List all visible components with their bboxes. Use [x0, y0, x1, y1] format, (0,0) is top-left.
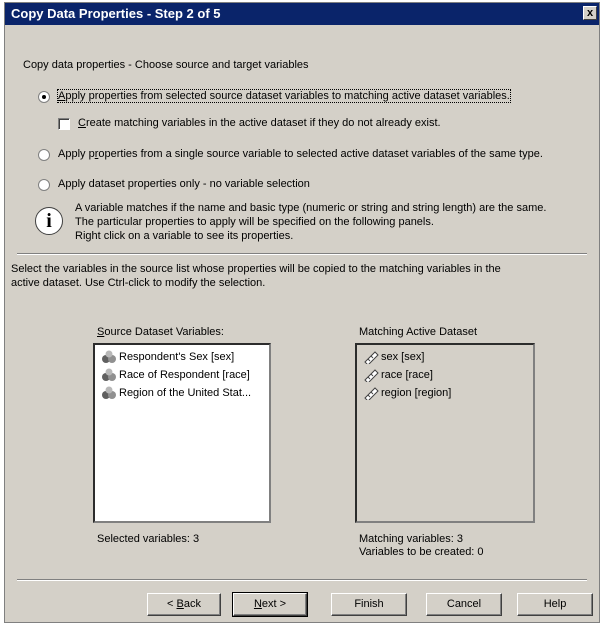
target-list-label: Matching Active Dataset [359, 326, 478, 338]
radio-apply-matching-label[interactable]: Apply properties from selected source da… [57, 89, 511, 103]
scale-variable-icon [364, 369, 379, 383]
step-heading: Copy data properties - Choose source and… [23, 59, 309, 71]
close-button[interactable]: x [583, 6, 597, 20]
nominal-variable-icon [102, 386, 116, 400]
radio-dataset-only[interactable] [38, 179, 50, 191]
instructions-line-1: Select the variables in the source list … [11, 263, 501, 275]
radio-apply-matching[interactable] [38, 91, 50, 103]
nominal-variable-icon [102, 368, 116, 382]
info-line-3: Right click on a variable to see its pro… [75, 230, 294, 242]
source-item-region[interactable]: Region of the United Stat... [101, 384, 251, 402]
info-line-1: A variable matches if the name and basic… [75, 202, 547, 214]
create-matching-label[interactable]: Create matching variables in the active … [78, 117, 441, 129]
matching-variables-list[interactable]: sex [sex] race [race] region [region] [355, 343, 535, 523]
info-icon: i [35, 207, 63, 235]
source-variables-list[interactable]: Respondent's Sex [sex] Race of Responden… [93, 343, 271, 523]
title-bar[interactable]: Copy Data Properties - Step 2 of 5 x [5, 3, 599, 25]
target-item-race[interactable]: race [race] [363, 366, 433, 384]
radio-single-source-label[interactable]: Apply properties from a single source va… [58, 148, 543, 160]
source-list-label: Source Dataset Variables: [97, 326, 224, 338]
help-button[interactable]: Help [517, 593, 593, 616]
next-button[interactable]: Next > [232, 592, 308, 617]
create-matching-checkbox[interactable] [58, 118, 70, 130]
back-button[interactable]: < Back [147, 593, 221, 616]
separator-top [17, 253, 587, 255]
dialog-window: Copy Data Properties - Step 2 of 5 x Cop… [4, 2, 600, 623]
finish-button[interactable]: Finish [331, 593, 407, 616]
dialog-title: Copy Data Properties - Step 2 of 5 [11, 6, 221, 21]
scale-variable-icon [364, 387, 379, 401]
variables-to-create-count: Variables to be created: 0 [359, 546, 484, 558]
radio-dataset-only-label[interactable]: Apply dataset properties only - no varia… [58, 178, 310, 190]
selected-variables-count: Selected variables: 3 [97, 533, 200, 545]
target-item-sex[interactable]: sex [sex] [363, 348, 424, 366]
separator-bottom [17, 579, 587, 581]
target-item-region[interactable]: region [region] [363, 384, 451, 402]
source-item-race[interactable]: Race of Respondent [race] [101, 366, 250, 384]
radio-single-source[interactable] [38, 149, 50, 161]
matching-variables-count: Matching variables: 3 [359, 533, 463, 545]
info-line-2: The particular properties to apply will … [75, 216, 434, 228]
scale-variable-icon [364, 351, 379, 365]
cancel-button[interactable]: Cancel [426, 593, 502, 616]
instructions-line-2: active dataset. Use Ctrl-click to modify… [11, 277, 266, 289]
source-item-sex[interactable]: Respondent's Sex [sex] [101, 348, 234, 366]
nominal-variable-icon [102, 350, 116, 364]
